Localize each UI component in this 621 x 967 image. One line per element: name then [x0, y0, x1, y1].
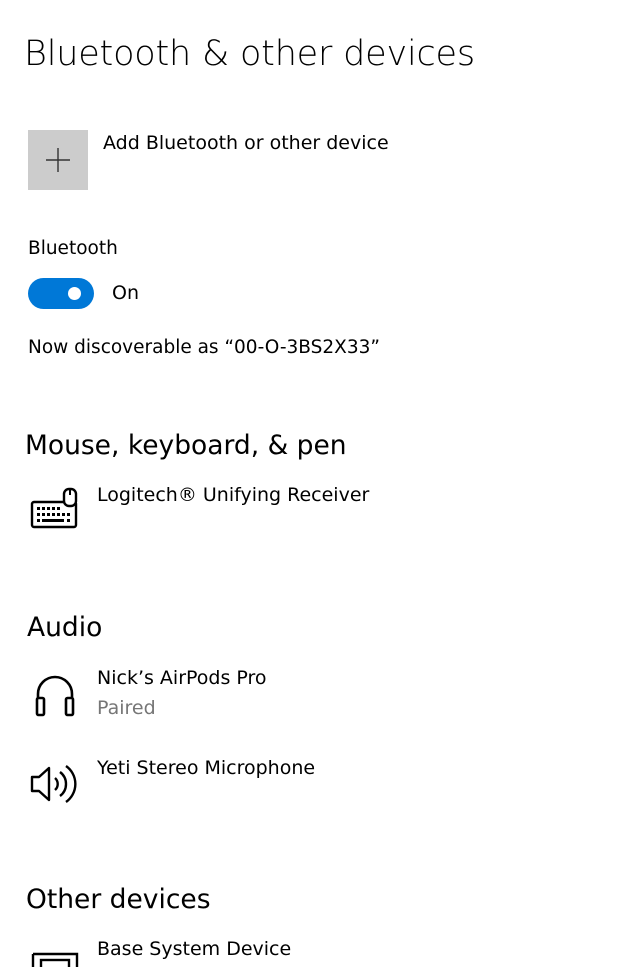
device-icon	[31, 952, 79, 967]
bluetooth-toggle[interactable]	[28, 278, 94, 309]
headphones-icon	[35, 675, 75, 717]
section-heading-audio: Audio	[27, 612, 103, 643]
bluetooth-toggle-state: On	[112, 282, 139, 304]
device-name: Yeti Stereo Microphone	[97, 757, 316, 779]
discoverable-text: Now discoverable as “00-O-3BS2X33”	[28, 337, 380, 358]
plus-icon	[46, 148, 70, 172]
add-device-button[interactable]	[28, 130, 88, 190]
device-name: Base System Device	[97, 938, 292, 960]
device-item-yeti-microphone[interactable]: Yeti Stereo Microphone	[0, 752, 621, 814]
toggle-knob	[68, 287, 81, 300]
bluetooth-label: Bluetooth	[28, 238, 118, 259]
section-heading-other-devices: Other devices	[26, 884, 211, 915]
device-item-logitech-receiver[interactable]: Logitech® Unifying Receiver	[0, 478, 621, 540]
device-item-airpods[interactable]: Nick’s AirPods Pro Paired	[0, 662, 621, 730]
page-title: Bluetooth & other devices	[24, 34, 475, 74]
device-name: Logitech® Unifying Receiver	[97, 484, 370, 506]
section-heading-mouse-keyboard-pen: Mouse, keyboard, & pen	[25, 430, 347, 461]
device-name: Nick’s AirPods Pro	[97, 667, 267, 689]
keyboard-icon	[30, 487, 78, 529]
device-item-base-system-device[interactable]: Base System Device	[0, 932, 621, 967]
add-device-label[interactable]: Add Bluetooth or other device	[103, 132, 389, 154]
speaker-icon	[30, 765, 77, 803]
device-status: Paired	[97, 697, 156, 719]
